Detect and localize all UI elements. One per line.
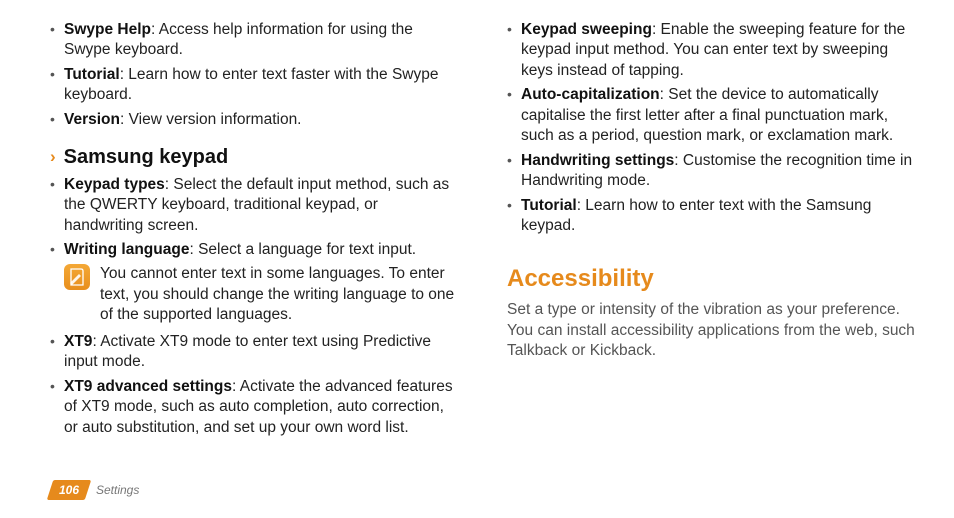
list-item: • Tutorial: Learn how to enter text fast… <box>50 65 461 106</box>
bullet-icon: • <box>50 240 64 260</box>
chevron-icon: › <box>50 146 56 168</box>
item-desc: : Activate XT9 mode to enter text using … <box>64 333 431 370</box>
page-number: 106 <box>50 480 88 500</box>
list-item: • Handwriting settings: Customise the re… <box>507 151 918 192</box>
item-desc: : Learn how to enter text faster with th… <box>64 66 438 103</box>
note-text: You cannot enter text in some languages.… <box>100 264 461 325</box>
bullet-icon: • <box>507 85 521 146</box>
list-item: • Version: View version information. <box>50 110 461 130</box>
list-item: • XT9 advanced settings: Activate the ad… <box>50 377 461 438</box>
item-term: Tutorial <box>521 197 577 214</box>
list-item: • Writing language: Select a language fo… <box>50 240 461 260</box>
two-column-layout: • Swype Help: Access help information fo… <box>50 20 918 442</box>
page-footer: 106 Settings <box>50 480 139 500</box>
note-icon <box>64 264 90 290</box>
list-item: • Auto-capitalization: Set the device to… <box>507 85 918 146</box>
item-term: Keypad sweeping <box>521 21 652 38</box>
bullet-icon: • <box>507 20 521 81</box>
left-column: • Swype Help: Access help information fo… <box>50 20 461 442</box>
item-term: XT9 <box>64 333 92 350</box>
bullet-icon: • <box>50 20 64 61</box>
bullet-icon: • <box>507 196 521 237</box>
page-number-badge: 106 <box>50 480 88 500</box>
footer-section-label: Settings <box>96 483 139 497</box>
accessibility-description: Set a type or intensity of the vibration… <box>507 300 918 361</box>
list-item: • Swype Help: Access help information fo… <box>50 20 461 61</box>
bullet-icon: • <box>50 175 64 236</box>
item-term: XT9 advanced settings <box>64 378 232 395</box>
item-term: Tutorial <box>64 66 120 83</box>
right-column: • Keypad sweeping: Enable the sweeping f… <box>507 20 918 442</box>
item-desc: : View version information. <box>120 111 302 128</box>
item-term: Auto-capitalization <box>521 86 660 103</box>
subsection-title: Samsung keypad <box>64 144 229 170</box>
item-desc: : Select a language for text input. <box>189 241 416 258</box>
bullet-icon: • <box>50 110 64 130</box>
section-heading-accessibility: Accessibility <box>507 263 918 295</box>
item-term: Writing language <box>64 241 189 258</box>
note-callout: You cannot enter text in some languages.… <box>64 264 461 325</box>
list-item: • Keypad sweeping: Enable the sweeping f… <box>507 20 918 81</box>
list-item: • XT9: Activate XT9 mode to enter text u… <box>50 332 461 373</box>
item-term: Handwriting settings <box>521 152 674 169</box>
list-item: • Keypad types: Select the default input… <box>50 175 461 236</box>
list-item: • Tutorial: Learn how to enter text with… <box>507 196 918 237</box>
bullet-icon: • <box>507 151 521 192</box>
bullet-icon: • <box>50 377 64 438</box>
item-term: Version <box>64 111 120 128</box>
subsection-header: › Samsung keypad <box>50 144 461 170</box>
bullet-icon: • <box>50 65 64 106</box>
bullet-icon: • <box>50 332 64 373</box>
manual-page: • Swype Help: Access help information fo… <box>0 0 954 518</box>
item-term: Swype Help <box>64 21 151 38</box>
item-term: Keypad types <box>64 176 165 193</box>
